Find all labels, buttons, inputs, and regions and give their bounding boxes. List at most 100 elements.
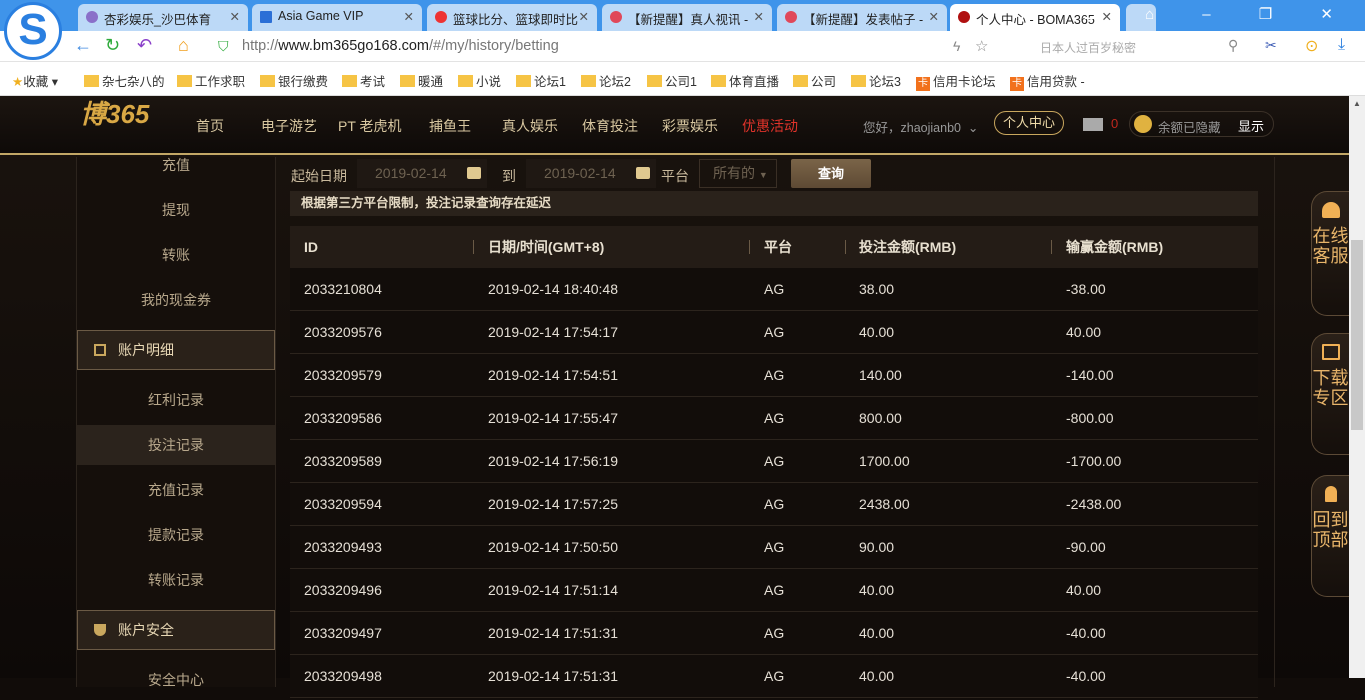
table-row: 2033209498 2019-02-14 17:51:31 AG 40.00 -40.… — [290, 655, 1258, 698]
col-platform: 平台 — [764, 239, 792, 255]
tab-basketball[interactable]: 篮球比分、篮球即时比 ✕ — [427, 4, 597, 31]
more-icon[interactable]: ⊙ — [1305, 36, 1318, 56]
col-datetime: 日期/时间(GMT+8) — [488, 239, 605, 255]
sidebar-section-account-details[interactable]: 账户明细 — [77, 330, 275, 370]
mail-icon[interactable] — [1083, 118, 1103, 131]
cell-bet-amount: 1700.00 — [859, 453, 910, 469]
browser-logo[interactable]: S — [4, 2, 62, 60]
tab-reminder-2[interactable]: 【新提醒】发表帖子 - ✕ — [777, 4, 947, 31]
cell-bet-amount: 140.00 — [859, 367, 902, 383]
bookmarks-bar: ★收藏 ▾ 杂七杂八的 工作求职 银行缴费 考试 暖通 小说 论坛1 论坛2 公… — [0, 62, 1365, 96]
nav-lottery[interactable]: 彩票娱乐 — [662, 116, 718, 136]
bookmark[interactable]: 体育直播 — [711, 71, 779, 90]
sidebar-item-deposit[interactable]: 充值 — [77, 145, 275, 185]
bookmark[interactable]: 暖通 — [400, 71, 443, 90]
bookmark[interactable]: 公司1 — [647, 71, 697, 90]
url-input[interactable]: http://www.bm365go168.com/#/my/history/b… — [242, 38, 559, 54]
bookmark[interactable]: 小说 — [458, 71, 501, 90]
nav-promotions[interactable]: 优惠活动 — [742, 116, 798, 136]
close-icon[interactable]: ✕ — [404, 9, 414, 24]
show-balance-button[interactable]: 显示 — [1238, 116, 1264, 135]
bookmark-favorites[interactable]: ★收藏 ▾ — [12, 71, 58, 90]
bookmark[interactable]: 论坛3 — [851, 71, 901, 90]
star-icon[interactable]: ☆ — [975, 37, 988, 55]
sidebar-item-transfer[interactable]: 转账 — [77, 235, 275, 275]
nav-live[interactable]: 真人娱乐 — [502, 116, 558, 136]
home-icon[interactable]: ⌂ — [178, 35, 189, 56]
query-button[interactable]: 查询 — [791, 159, 871, 188]
tab-label: 篮球比分、篮球即时比 — [453, 13, 579, 27]
lightning-icon[interactable]: ϟ — [953, 38, 960, 54]
undo-icon[interactable]: ↶ — [137, 35, 152, 56]
calendar-icon[interactable] — [467, 167, 481, 179]
nav-slots[interactable]: 电子游艺 — [261, 116, 317, 136]
back-icon[interactable]: ← — [74, 35, 92, 56]
bookmark[interactable]: 公司 — [793, 71, 836, 90]
cell-bet-amount: 2438.00 — [859, 496, 910, 512]
scrollbar-thumb[interactable] — [1351, 240, 1363, 430]
bookmark[interactable]: 银行缴费 — [260, 71, 328, 90]
bookmark[interactable]: 论坛1 — [516, 71, 566, 90]
tab-label: 【新提醒】真人视讯 - — [628, 13, 749, 27]
nav-sports[interactable]: 体育投注 — [582, 116, 638, 136]
sidebar-section-security[interactable]: 账户安全 — [77, 610, 275, 650]
sidebar-item-withdraw[interactable]: 提现 — [77, 190, 275, 230]
user-greeting[interactable]: 您好，zhaojianb0 ⌄ — [863, 117, 978, 136]
tab-label: Asia Game VIP — [278, 9, 364, 23]
nav-fishing[interactable]: 捕鱼王 — [429, 116, 471, 136]
scroll-up-icon[interactable]: ▲ — [1353, 99, 1361, 108]
sidebar-item-transfer-records[interactable]: 转账记录 — [77, 560, 275, 600]
search-input[interactable]: 日本人过百岁秘密 — [1040, 39, 1136, 56]
cell-win-loss: -90.00 — [1066, 539, 1106, 555]
sidebar-item-bets[interactable]: 投注记录 — [77, 425, 275, 465]
close-icon[interactable]: ✕ — [754, 9, 764, 24]
tab-xingcai[interactable]: 杏彩娱乐_沙巴体育 ✕ — [78, 4, 248, 31]
calendar-icon[interactable] — [636, 167, 650, 179]
download-icon[interactable]: ⤓ — [1338, 36, 1345, 54]
cell-id: 2033209579 — [304, 367, 382, 383]
bookmark[interactable]: 工作求职 — [177, 71, 245, 90]
cell-datetime: 2019-02-14 17:51:14 — [488, 582, 618, 598]
bookmark[interactable]: 杂七杂八的 — [84, 71, 165, 90]
cell-bet-amount: 38.00 — [859, 281, 895, 297]
bookmark[interactable]: 卡信用贷款 - — [1010, 71, 1085, 91]
cell-platform: AG — [764, 324, 785, 340]
sidebar-item-bonus[interactable]: 红利记录 — [77, 380, 275, 420]
cell-win-loss: -40.00 — [1066, 625, 1106, 641]
download-zone-button[interactable]: 下载专区 — [1311, 333, 1349, 455]
refresh-icon[interactable]: ↻ — [105, 35, 120, 56]
personal-center-button[interactable]: 个人中心 — [994, 111, 1064, 135]
platform-select[interactable]: 所有的 ▼ — [699, 159, 777, 188]
search-icon[interactable]: ⚲ — [1228, 37, 1238, 54]
bookmark[interactable]: 卡信用卡论坛 — [916, 71, 996, 91]
close-icon[interactable]: ✕ — [929, 9, 939, 24]
close-icon[interactable]: ✕ — [579, 9, 589, 24]
cell-win-loss: -1700.00 — [1066, 453, 1122, 469]
nav-home[interactable]: 首页 — [196, 116, 224, 136]
col-bet-amount: 投注金额(RMB) — [859, 239, 957, 255]
sidebar-item-deposit-records[interactable]: 充值记录 — [77, 470, 275, 510]
start-date-input[interactable]: 2019-02-14 — [357, 159, 487, 188]
sidebar-item-withdraw-records[interactable]: 提款记录 — [77, 515, 275, 555]
bookmark[interactable]: 论坛2 — [581, 71, 631, 90]
bookmark[interactable]: 考试 — [342, 71, 385, 90]
favicon-icon — [958, 11, 970, 23]
cell-bet-amount: 40.00 — [859, 582, 895, 598]
window-controls[interactable]: ☰ ⌂ – ❐ ✕ — [1083, 5, 1355, 23]
sidebar-item-security-center[interactable]: 安全中心 — [77, 660, 275, 700]
scissors-icon[interactable]: ✂ — [1265, 37, 1277, 54]
cell-datetime: 2019-02-14 17:55:47 — [488, 410, 618, 426]
end-date-input[interactable]: 2019-02-14 — [526, 159, 656, 188]
nav-pt[interactable]: PT 老虎机 — [338, 116, 402, 136]
back-to-top-button[interactable]: 回到顶部 — [1311, 475, 1349, 597]
close-icon[interactable]: ✕ — [230, 9, 240, 24]
cell-win-loss: 40.00 — [1066, 324, 1102, 340]
tab-reminder-1[interactable]: 【新提醒】真人视讯 - ✕ — [602, 4, 772, 31]
online-support-button[interactable]: 在线客服 — [1311, 191, 1349, 316]
tab-asia-game[interactable]: Asia Game VIP ✕ — [252, 4, 422, 31]
col-id: ID — [304, 239, 318, 255]
balance-text: 余额已隐藏 — [1158, 121, 1221, 135]
vertical-scrollbar[interactable]: ▲ — [1349, 96, 1365, 678]
address-bar: ← ↻ ↶ ⌂ ⛉ http://www.bm365go168.com/#/my… — [0, 31, 1365, 62]
sidebar-item-coupons[interactable]: 我的现金券 — [77, 280, 275, 320]
